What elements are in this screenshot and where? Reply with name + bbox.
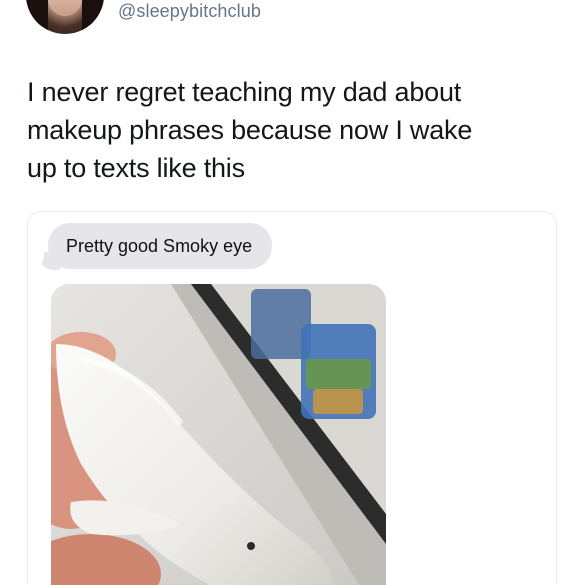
message-bubble: Pretty good Smoky eye: [48, 223, 273, 269]
message-photo[interactable]: [51, 284, 386, 585]
avatar[interactable]: [26, 0, 104, 34]
tweet: @sleepybitchclub I never regret teaching…: [0, 0, 574, 585]
tweet-text: I never regret teaching my dad about mak…: [27, 77, 473, 183]
beluga-figurine-photo: [51, 284, 386, 585]
user-handle[interactable]: @sleepybitchclub: [118, 1, 261, 22]
attached-screenshot[interactable]: Pretty good Smoky eye: [27, 211, 557, 585]
